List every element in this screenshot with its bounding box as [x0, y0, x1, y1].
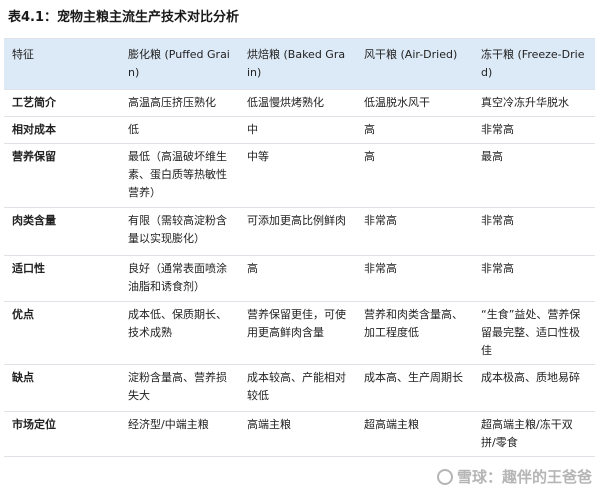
header-puffed: 膨化粮 (Puffed Grain): [120, 38, 239, 90]
table-cell: 非常高: [473, 116, 595, 144]
header-row: 特征 膨化粮 (Puffed Grain) 烘焙粮 (Baked Grain) …: [4, 38, 595, 90]
table-cell: 低: [120, 116, 239, 144]
table-row: 适口性 良好（通常表面喷涂油脂和诱食剂） 高 非常高 非常高: [4, 255, 595, 302]
table-cell: 非常高: [473, 207, 595, 256]
table-cell: 营养保留更佳，可使用更高鲜肉含量: [239, 301, 356, 365]
table-cell: 中等: [239, 143, 356, 208]
row-label: 肉类含量: [4, 207, 120, 256]
table-cell: 超高端主粮/冻干双拼/零食: [473, 411, 595, 457]
table-row: 营养保留 最低（高温破坏维生素、蛋白质等热敏性营养） 中等 高 最高: [4, 143, 595, 208]
row-label: 工艺简介: [4, 89, 120, 117]
table-cell: 良好（通常表面喷涂油脂和诱食剂）: [120, 255, 239, 302]
table-row: 肉类含量 有限（需较高淀粉含量以实现膨化） 可添加更高比例鲜肉 非常高 非常高: [4, 207, 595, 256]
table-cell: 中: [239, 116, 356, 144]
table-cell: 成本高、生产周期长: [356, 364, 473, 412]
row-label: 适口性: [4, 255, 120, 302]
row-label: 缺点: [4, 364, 120, 412]
table-body: 工艺简介 高温高压挤压熟化 低温慢烘烤熟化 低温脱水风干 真空冷冻升华脱水 相对…: [4, 89, 595, 457]
table-cell: 成本较高、产能相对较低: [239, 364, 356, 412]
table-cell: 低温脱水风干: [356, 89, 473, 117]
table-row: 市场定位 经济型/中端主粮 高端主粮 超高端主粮 超高端主粮/冻干双拼/零食: [4, 411, 595, 457]
table-cell: “生食”益处、营养保留最完整、适口性极佳: [473, 301, 595, 365]
table-cell: 成本极高、质地易碎: [473, 364, 595, 412]
table-title: 表4.1：宠物主粮主流生产技术对比分析: [8, 10, 240, 25]
table-cell: 淀粉含量高、营养损失大: [120, 364, 239, 412]
table-cell: 经济型/中端主粮: [120, 411, 239, 457]
table-row: 相对成本 低 中 高 非常高: [4, 116, 595, 144]
header-air-dried: 风干粮 (Air-Dried): [356, 38, 473, 90]
table-cell: 真空冷冻升华脱水: [473, 89, 595, 117]
table-cell: 营养和肉类含量高、加工程度低: [356, 301, 473, 365]
table-cell: 非常高: [356, 207, 473, 256]
table-cell: 有限（需较高淀粉含量以实现膨化）: [120, 207, 239, 256]
table-cell: 高: [356, 116, 473, 144]
header-baked: 烘焙粮 (Baked Grain): [239, 38, 356, 90]
row-label: 优点: [4, 301, 120, 365]
table-cell: 非常高: [356, 255, 473, 302]
row-label: 营养保留: [4, 143, 120, 208]
table-cell: 非常高: [473, 255, 595, 302]
table-row: 优点 成本低、保质期长、技术成熟 营养保留更佳，可使用更高鲜肉含量 营养和肉类含…: [4, 301, 595, 365]
table-cell: 超高端主粮: [356, 411, 473, 457]
table-header: 特征 膨化粮 (Puffed Grain) 烘焙粮 (Baked Grain) …: [4, 38, 595, 90]
watermark-text: 雪球：趣伴的王爸爸: [456, 468, 592, 486]
table-row: 缺点 淀粉含量高、营养损失大 成本较高、产能相对较低 成本高、生产周期长 成本极…: [4, 364, 595, 412]
watermark: 雪球：趣伴的王爸爸: [436, 466, 592, 487]
row-label: 相对成本: [4, 116, 120, 144]
header-feature: 特征: [4, 38, 120, 90]
table-cell: 低温慢烘烤熟化: [239, 89, 356, 117]
table-cell: 高: [239, 255, 356, 302]
table-cell: 成本低、保质期长、技术成熟: [120, 301, 239, 365]
comparison-table: 特征 膨化粮 (Puffed Grain) 烘焙粮 (Baked Grain) …: [4, 38, 595, 457]
table-cell: 最高: [473, 143, 595, 208]
snowball-icon: [436, 468, 453, 485]
table-cell: 最低（高温破坏维生素、蛋白质等热敏性营养）: [120, 143, 239, 208]
table-cell: 可添加更高比例鲜肉: [239, 207, 356, 256]
table-row: 工艺简介 高温高压挤压熟化 低温慢烘烤熟化 低温脱水风干 真空冷冻升华脱水: [4, 89, 595, 117]
table-cell: 高端主粮: [239, 411, 356, 457]
table-cell: 高: [356, 143, 473, 208]
header-freeze-dried: 冻干粮 (Freeze-Dried): [473, 38, 595, 90]
row-label: 市场定位: [4, 411, 120, 457]
table-cell: 高温高压挤压熟化: [120, 89, 239, 117]
